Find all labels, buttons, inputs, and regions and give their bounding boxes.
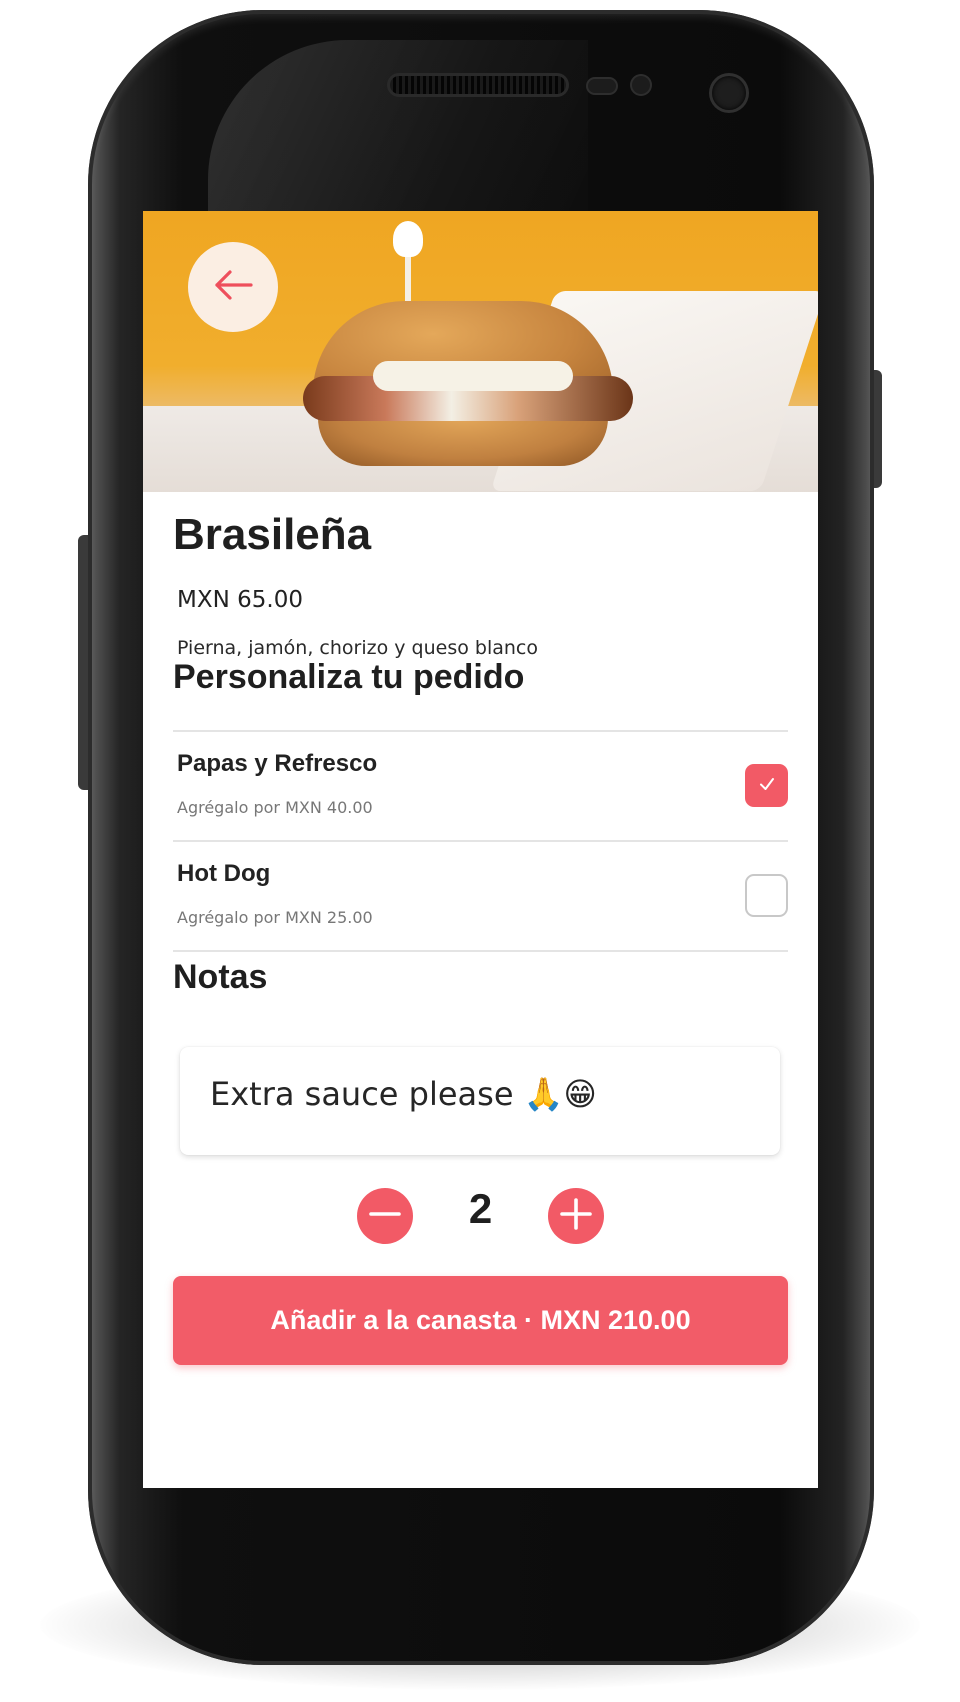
minus-icon [368, 1197, 402, 1235]
option-papas-y-refresco[interactable]: Papas y Refresco Agrégalo por MXN 40.00 [173, 732, 788, 840]
option-hot-dog[interactable]: Hot Dog Agrégalo por MXN 25.00 [173, 842, 788, 950]
decrease-quantity-button[interactable] [357, 1188, 413, 1244]
phone-front-camera [712, 76, 746, 110]
check-icon [757, 774, 777, 798]
arrow-left-icon [211, 263, 255, 311]
app-screen: Brasileña MXN 65.00 Pierna, jamón, chori… [143, 211, 818, 1488]
option-price: Agrégalo por MXN 25.00 [177, 908, 373, 927]
product-description: Pierna, jamón, chorizo y queso blanco [177, 637, 538, 659]
option-price: Agrégalo por MXN 40.00 [177, 798, 373, 817]
notes-section-title: Notas [173, 958, 268, 996]
back-button[interactable] [188, 242, 278, 332]
phone-speaker [390, 76, 566, 94]
option-name: Hot Dog [177, 860, 271, 887]
plus-icon [559, 1197, 593, 1235]
notes-field[interactable]: Extra sauce please 🙏😁 [180, 1047, 780, 1155]
product-title: Brasileña [173, 510, 372, 559]
increase-quantity-button[interactable] [548, 1188, 604, 1244]
phone-sensor [588, 79, 616, 93]
quantity-value: 2 [468, 1185, 493, 1232]
phone-sensor [632, 76, 650, 94]
product-price: MXN 65.00 [177, 587, 303, 613]
customize-section-title: Personaliza tu pedido [173, 658, 525, 696]
product-hero-image [143, 211, 818, 492]
option-name: Papas y Refresco [177, 750, 378, 777]
option-checkbox-unchecked[interactable] [745, 874, 788, 917]
option-checkbox-checked[interactable] [745, 764, 788, 807]
divider [173, 950, 788, 952]
add-to-basket-button[interactable]: Añadir a la canasta · MXN 210.00 [173, 1276, 788, 1365]
